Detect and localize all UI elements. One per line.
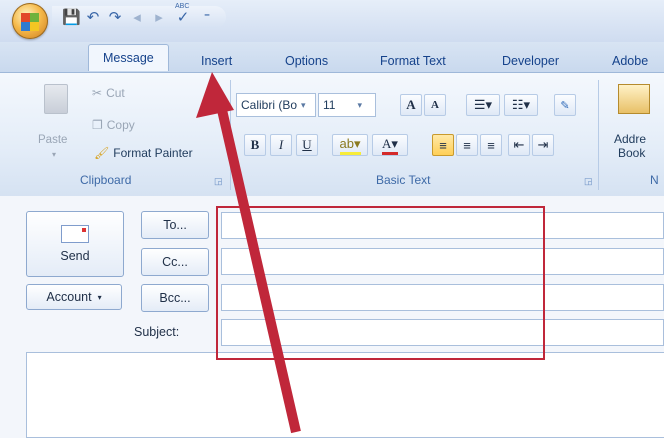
arrow-head — [196, 72, 234, 118]
annotation-arrow — [196, 72, 301, 434]
arrow-shaft — [217, 108, 301, 434]
